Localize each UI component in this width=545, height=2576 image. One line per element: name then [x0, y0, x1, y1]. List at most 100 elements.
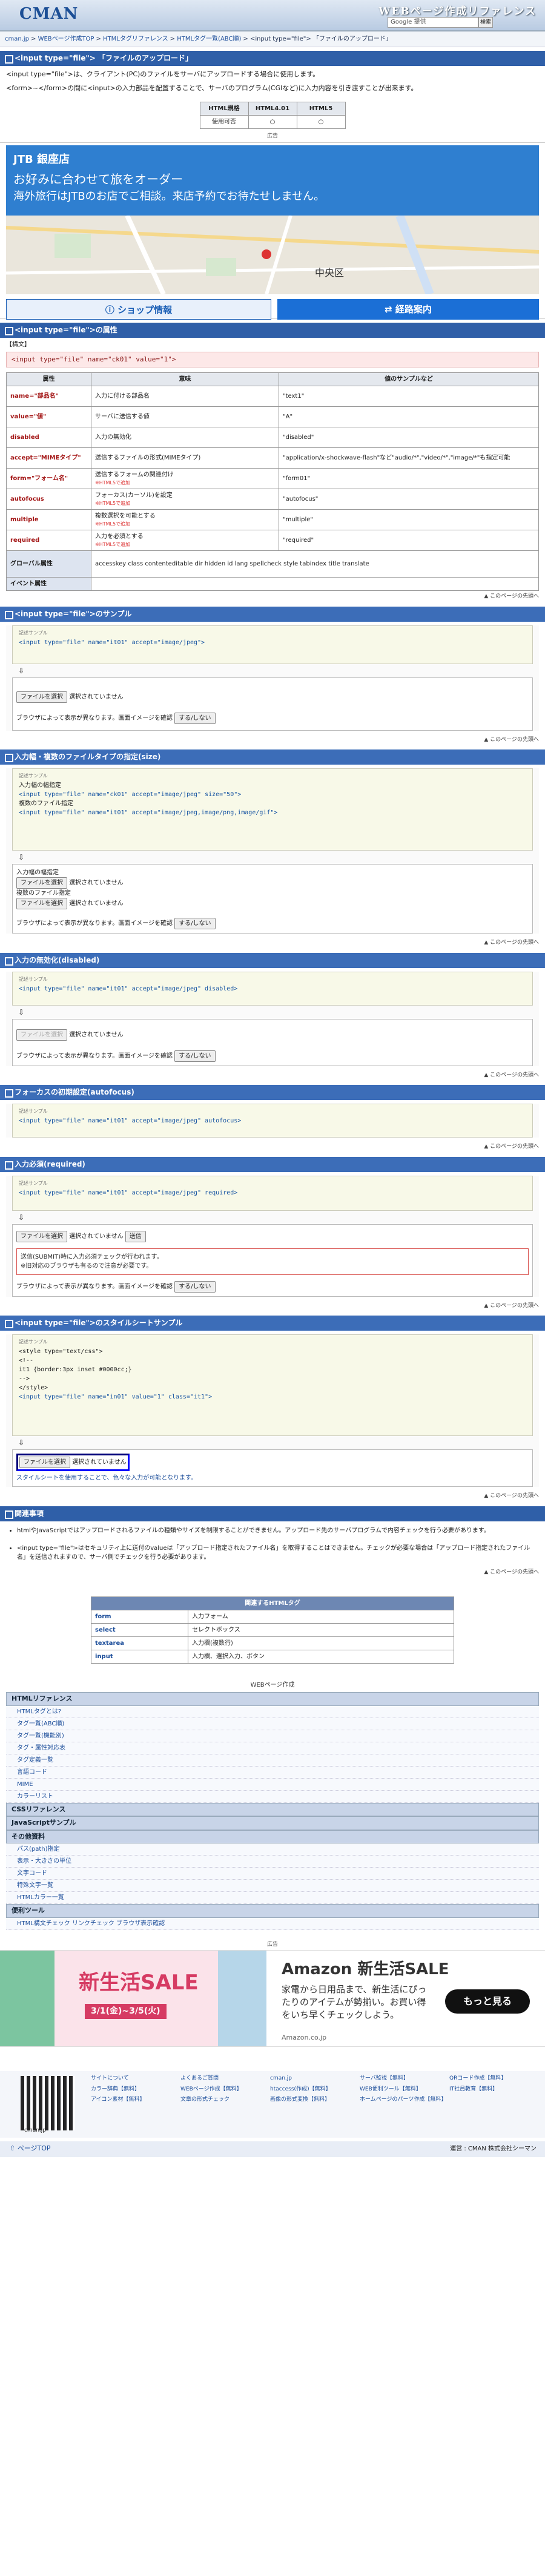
footer-link[interactable]: よくあるご質問: [180, 2075, 270, 2083]
sample3-title: 入力の無効化(disabled): [0, 952, 545, 968]
related-row[interactable]: textarea 入力欄(複数行): [91, 1636, 454, 1650]
attr-row: required 入力を必須とする ※HTML5で追加 "required": [6, 530, 539, 551]
amazon-sale-heading: 新生活SALE: [79, 1971, 199, 1995]
amazon-ad-banner[interactable]: 新生活SALE 3/1(金)~3/5(火) Amazon 新生活SALE 家電か…: [0, 1950, 545, 2047]
file-select-button[interactable]: ファイルを選択: [16, 691, 67, 703]
table-cell: ○: [248, 115, 297, 129]
menu-group[interactable]: その他資料: [6, 1830, 539, 1843]
file-select-button-disabled: ファイルを選択: [16, 1029, 67, 1041]
related-row[interactable]: form 入力フォーム: [91, 1610, 454, 1624]
footer-link[interactable]: IT社員教育【無料】: [449, 2086, 539, 2094]
toggle-button[interactable]: する/しない: [174, 712, 216, 724]
toggle-button[interactable]: する/しない: [174, 1280, 216, 1293]
menu-item[interactable]: HTMLタグとは?: [6, 1705, 539, 1718]
footer-link[interactable]: アイコン素材【無料】: [91, 2096, 180, 2104]
footer-link[interactable]: 文章の形式チェック: [180, 2096, 270, 2104]
syntax-box: <input type="file" name="ck01" value="1"…: [6, 351, 539, 367]
file-select-button[interactable]: ファイルを選択: [16, 898, 67, 909]
page-top-link[interactable]: ▲ このページの先頭へ: [0, 734, 545, 746]
menu-item[interactable]: タグ定義一覧: [6, 1754, 539, 1767]
menu-item[interactable]: タグ一覧(ABC順): [6, 1718, 539, 1730]
breadcrumb-item[interactable]: WEBページ作成TOP: [38, 36, 94, 42]
page-top-link[interactable]: ▲ このページの先頭へ: [0, 591, 545, 603]
menu-item[interactable]: 文字コード: [6, 1868, 539, 1880]
page-top-link[interactable]: ▲ このページの先頭へ: [0, 1567, 545, 1579]
footer-link[interactable]: 画像の形式変換【無料】: [270, 2096, 360, 2104]
file-select-button[interactable]: ファイルを選択: [19, 1457, 70, 1468]
footer-link[interactable]: ホームページのパーツ作成【無料】: [360, 2096, 449, 2104]
intro-text-2: <form>~</form>の間に<input>の入力部品を配置することで、サー…: [6, 84, 418, 92]
amazon-title: Amazon 新生活SALE: [282, 1960, 449, 1978]
jtb-map[interactable]: 中央区: [6, 215, 539, 294]
page-top-link[interactable]: ▲ このページの先頭へ: [0, 1141, 545, 1153]
global-attr-label: グローバル属性: [6, 550, 91, 578]
menu-item[interactable]: カラーリスト: [6, 1790, 539, 1803]
menu-item[interactable]: MIME: [6, 1778, 539, 1791]
menu-item[interactable]: 言語コード: [6, 1766, 539, 1779]
menu-title: WEBページ作成: [250, 1682, 295, 1688]
menu-item[interactable]: タグ一覧(機能別): [6, 1730, 539, 1742]
shop-info-button[interactable]: ⓘ ショップ情報: [6, 298, 271, 320]
browser-support-table: HTML規格 HTML4.01 HTML5 使用可否 ○ ○: [199, 102, 346, 129]
menu-group[interactable]: 便利ツール: [6, 1904, 539, 1918]
submit-button[interactable]: 送信: [125, 1230, 146, 1242]
footer-link[interactable]: cman.jp: [270, 2075, 360, 2083]
jtb-ad-banner[interactable]: JTB 銀座店 お好みに合わせて旅をオーダー 海外旅行はJTBのお店でご相談。来…: [0, 142, 545, 320]
event-attr-value: [91, 577, 539, 591]
footer-link[interactable]: QRコード作成【無料】: [449, 2075, 539, 2083]
footer-link[interactable]: WEBページ作成【無料】: [180, 2086, 270, 2094]
page-top-link[interactable]: ▲ このページの先頭へ: [0, 1070, 545, 1082]
footer-link[interactable]: htaccess(作成)【無料】: [270, 2086, 360, 2094]
jtb-line1: お好みに合わせて旅をオーダー: [13, 171, 183, 186]
route-button[interactable]: ⇄ 経路案内: [277, 298, 539, 320]
page-top-link[interactable]: ▲ このページの先頭へ: [0, 1491, 545, 1503]
caution-title: 関連事項: [0, 1506, 545, 1521]
menu-item[interactable]: HTMLカラー一覧: [6, 1892, 539, 1904]
site-header: CMAN WEBページ作成リファレンス Google 提供 検索: [0, 0, 545, 31]
file-select-button[interactable]: ファイルを選択: [16, 1230, 67, 1242]
footer-link[interactable]: カラー辞典【無料】: [91, 2086, 180, 2094]
search-input[interactable]: Google 提供: [388, 17, 478, 28]
menu-item[interactable]: パス(path)指定: [6, 1843, 539, 1856]
arrow-down-icon: ⇩: [18, 1213, 25, 1222]
sample3-result: ファイルを選択 選択されていません ブラウザによって表示が異なります。画面イメー…: [12, 1018, 533, 1066]
page-top-link[interactable]: ▲ このページの先頭へ: [0, 1300, 545, 1313]
menu-item[interactable]: 特殊文字一覧: [6, 1880, 539, 1892]
footer-link[interactable]: サーバ監視【無料】: [360, 2075, 449, 2083]
footer-link[interactable]: サイトについて: [91, 2075, 180, 2083]
breadcrumb-item[interactable]: cman.jp: [5, 36, 29, 42]
related-row[interactable]: select セレクトボックス: [91, 1623, 454, 1637]
toggle-button[interactable]: する/しない: [174, 918, 216, 929]
sample2-title: 入力幅・複数のファイルタイプの指定(size): [0, 749, 545, 765]
table-cell: ○: [296, 115, 346, 129]
attr-row: name="部品名" 入力に付ける部品名 "text1": [6, 386, 539, 407]
sample4-title: フォーカスの初期設定(autofocus): [0, 1085, 545, 1100]
footer-link[interactable]: WEB便利ツール【無料】: [360, 2086, 449, 2094]
attr-section-title: <input type="file">の属性: [0, 322, 545, 338]
table-header: 関連するHTMLタグ: [91, 1596, 454, 1610]
menu-item[interactable]: HTML構文チェック リンクチェック ブラウザ表示確認: [6, 1917, 539, 1930]
pagetop-link[interactable]: ⇧ ページTOP: [10, 2144, 51, 2154]
search-button[interactable]: 検索: [478, 17, 493, 28]
page-top-link[interactable]: ▲ このページの先頭へ: [0, 937, 545, 949]
amazon-more-button[interactable]: もっと見る: [445, 1989, 530, 2014]
menu-group[interactable]: CSSリファレンス: [6, 1802, 539, 1816]
jtb-ad-text[interactable]: JTB 銀座店 お好みに合わせて旅をオーダー 海外旅行はJTBのお店でご相談。来…: [6, 145, 539, 216]
breadcrumb-item[interactable]: HTMLタグ一覧(ABC順): [177, 36, 241, 42]
toggle-button[interactable]: する/しない: [174, 1050, 216, 1062]
qr-code-icon: [21, 2076, 75, 2130]
amazon-text: 家電から日用品まで、新生活にぴったりのアイテムが勢揃い。お買い得をいち早くチェッ…: [282, 1984, 427, 2020]
sample6-code: 記述サンプル <style type="text/css"> <!-- it1 {…: [12, 1334, 533, 1436]
breadcrumb-item[interactable]: HTMLタグリファレンス: [103, 36, 168, 42]
file-select-button[interactable]: ファイルを選択: [16, 877, 67, 889]
sample5-title: 入力必須(required): [0, 1156, 545, 1172]
bottom-bar: ⇧ ページTOP 運営 : CMAN 株式会社シーマン: [0, 2141, 545, 2157]
sample2-code: 記述サンプル 入力幅の幅指定 <input type="file" name="c…: [12, 768, 533, 851]
menu-group[interactable]: JavaScriptサンプル: [6, 1816, 539, 1830]
menu-item[interactable]: タグ・属性対応表: [6, 1742, 539, 1754]
cman-logo[interactable]: CMAN: [19, 5, 78, 23]
menu-group[interactable]: HTMLリファレンス: [6, 1692, 539, 1706]
no-file-text: 選択されていません: [69, 693, 124, 700]
menu-item[interactable]: 表示・大きさの単位: [6, 1856, 539, 1868]
related-row[interactable]: input 入力欄、選択入力、ボタン: [91, 1650, 454, 1664]
